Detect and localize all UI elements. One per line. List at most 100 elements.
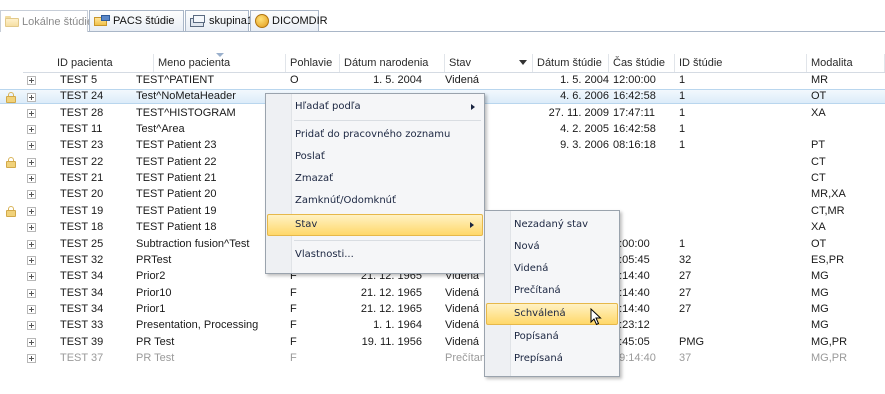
cell-sex: F (290, 319, 297, 332)
cell-patient-name: TEST Patient 21 (136, 172, 217, 185)
column-header-study-id[interactable]: ID štúdie (675, 54, 807, 72)
cell-patient-name: Test^Area (136, 123, 185, 136)
table-row[interactable]: TEST 37PR TestFPrečítaná15. 10. 201009:1… (0, 351, 885, 366)
cell-patient-id: TEST 19 (60, 204, 104, 217)
cell-study-id: 1 (679, 90, 686, 103)
table-row[interactable]: TEST 34 Prior10 F 21. 12. 1965 Videná 9:14:40… (0, 286, 885, 301)
cell-patient-name: TEST^HISTOGRAM (136, 106, 236, 119)
column-header-patient-name[interactable]: Meno pacienta (154, 53, 286, 72)
expand-row-icon[interactable] (27, 190, 36, 200)
table-row[interactable]: TEST 5 TEST^PATIENT O 1. 5. 2004 Videná 1. 5.… (0, 73, 885, 88)
cell-modality: CT,MR (811, 204, 845, 217)
cell-study-time: 8:45:05 (613, 335, 650, 348)
expand-row-icon[interactable] (27, 141, 36, 151)
column-header-study-time[interactable]: Čas štúdie (609, 54, 675, 72)
cell-patient-id: TEST 5 (60, 74, 98, 86)
cell-modality: ES,PR (811, 253, 845, 266)
tab-label: skupina1 (209, 15, 254, 27)
expand-row-icon[interactable] (27, 174, 36, 184)
cell-modality: MR,XA (811, 188, 846, 201)
expand-row-icon[interactable] (27, 157, 36, 167)
table-row[interactable]: TEST 39 PR Test F 19. 11. 1956 Videná 8:45:05… (0, 335, 885, 350)
menu-item-properties[interactable]: Vlastnosti... (267, 244, 483, 266)
expand-row-icon[interactable] (27, 337, 36, 347)
cell-patient-name: TEST^PATIENT (136, 74, 215, 86)
cell-study-id: 37 (679, 351, 692, 364)
study-source-tabbar: Lokálne štúdie PACS štúdie skupina1 DICO… (0, 10, 885, 32)
column-header-study-date[interactable]: Dátum štúdie (533, 54, 609, 72)
column-header-sex[interactable]: Pohlavie (286, 54, 340, 72)
tab-pacs-studies[interactable]: PACS štúdie (89, 10, 184, 31)
cell-patient-id: TEST 34 (60, 286, 104, 299)
cell-modality: OT (811, 237, 827, 250)
status-option-seen[interactable]: Videná (486, 258, 618, 280)
expand-row-icon[interactable] (27, 206, 36, 216)
cell-patient-id: TEST 32 (60, 253, 104, 266)
column-header-birth-date[interactable]: Dátum narodenia (340, 54, 445, 72)
cell-patient-name: PR Test (136, 351, 175, 364)
cell-patient-name: Presentation, Processing (136, 319, 259, 332)
cell-patient-id: TEST 25 (60, 237, 104, 250)
cell-birth-date: 1. 5. 2004 (373, 74, 422, 86)
cell-patient-name: Test^NoMetaHeader (136, 90, 236, 103)
expand-row-icon[interactable] (27, 353, 36, 363)
cell-patient-id: TEST 23 (60, 139, 104, 152)
status-option-described[interactable]: Popísaná (486, 326, 618, 348)
menu-item-status[interactable]: Stav (267, 214, 483, 236)
cell-patient-id: TEST 28 (60, 106, 104, 119)
status-option-transcribed[interactable]: Prepísaná (486, 348, 618, 370)
cell-study-id: 1 (679, 237, 686, 250)
filter-dropdown-icon[interactable] (519, 60, 527, 65)
cell-modality: MG (811, 302, 829, 315)
sort-arrow-icon (216, 53, 224, 57)
cell-study-id: 1 (679, 139, 686, 152)
cell-birth-date: 21. 12. 1965 (360, 302, 422, 315)
expand-row-icon[interactable] (27, 108, 36, 118)
cell-patient-name: Subtraction fusion^Test (136, 237, 250, 250)
tab-local-studies[interactable]: Lokálne štúdie (0, 10, 93, 32)
table-row[interactable]: TEST 33 Presentation, Processing F 1. 1. 19… (0, 318, 885, 333)
cell-study-time: 12:00:00 (613, 74, 656, 86)
expand-row-icon[interactable] (27, 255, 36, 265)
tab-dicomdir[interactable]: DICOMDIR (250, 10, 328, 31)
expand-row-icon[interactable] (27, 223, 36, 233)
cell-study-date: 4. 2. 2005 (560, 123, 609, 136)
column-header-modality[interactable]: Modalita (807, 54, 885, 72)
cell-study-time: 9:14:40 (613, 270, 650, 283)
menu-item-delete[interactable]: Zmazať (267, 168, 483, 190)
expand-row-icon[interactable] (27, 321, 36, 331)
table-row[interactable]: TEST 34 Prior1 F 21. 12. 1965 Videná 9:14:40 2… (0, 302, 885, 317)
menu-item-add-to-worklist[interactable]: Pridať do pracovného zoznamu (267, 124, 483, 146)
expand-row-icon[interactable] (27, 272, 36, 282)
folder-icon (5, 16, 19, 27)
cell-study-time: 9:14:40 (613, 286, 650, 299)
expand-row-icon[interactable] (27, 125, 36, 135)
cell-patient-id: TEST 34 (60, 302, 104, 315)
column-header-patient-id[interactable]: ID pacienta (53, 54, 154, 72)
cell-study-time: 09:14:40 (613, 351, 656, 364)
cell-study-id: 27 (679, 286, 692, 299)
cell-modality: MG (811, 286, 829, 299)
cell-modality: OT (811, 90, 827, 103)
status-option-read[interactable]: Prečítaná (486, 280, 618, 302)
status-option-new[interactable]: Nová (486, 236, 618, 258)
cell-study-id: 32 (679, 253, 692, 266)
column-header-status[interactable]: Stav (445, 54, 533, 72)
cell-birth-date: 21. 12. 1965 (360, 286, 422, 299)
expand-row-icon[interactable] (27, 93, 36, 103)
cell-modality: MR (811, 74, 829, 86)
cell-study-time: 08:16:18 (613, 139, 656, 152)
cell-study-id: 27 (679, 302, 692, 315)
cell-study-time: 1:05:45 (613, 253, 650, 266)
expand-row-icon[interactable] (27, 76, 36, 85)
menu-item-send[interactable]: Poslať (267, 146, 483, 168)
expand-row-icon[interactable] (27, 304, 36, 314)
tab-group1[interactable]: skupina1 (185, 10, 253, 31)
status-option-unset[interactable]: Nezadaný stav (486, 214, 618, 236)
menu-item-search-by[interactable]: Hľadať podľa (267, 96, 483, 118)
expand-row-icon[interactable] (27, 288, 36, 298)
cell-patient-name: TEST Patient 23 (136, 139, 217, 152)
menu-item-lock-unlock[interactable]: Zamknúť/Odomknúť (267, 190, 483, 212)
expand-row-icon[interactable] (27, 239, 36, 249)
cell-study-time: 2:00:00 (613, 237, 650, 250)
